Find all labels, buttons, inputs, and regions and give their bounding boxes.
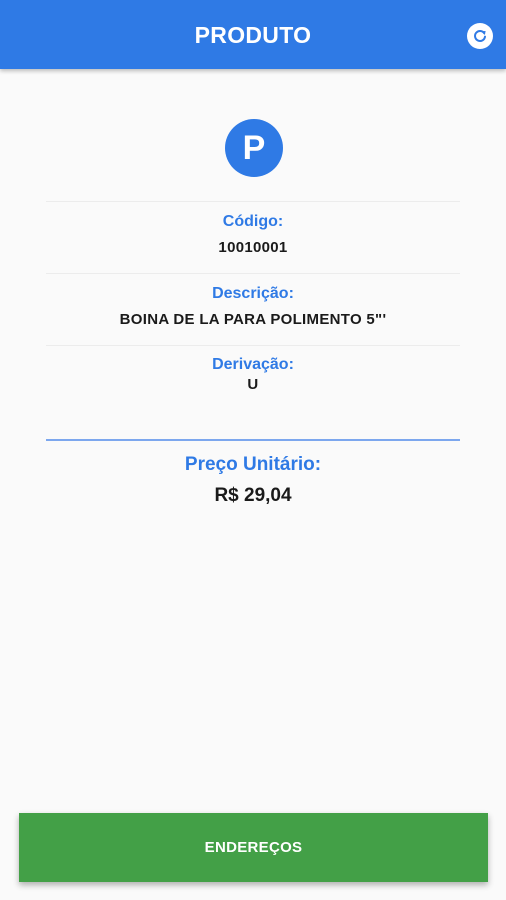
description-label: Descrição: — [212, 285, 294, 302]
divider — [46, 273, 460, 274]
product-badge: P — [225, 119, 283, 177]
price-label: Preço Unitário: — [184, 454, 322, 475]
header-title: PRODUTO — [194, 22, 312, 48]
addresses-button[interactable]: ENDEREÇOS — [19, 813, 488, 882]
refresh-button[interactable] — [467, 23, 493, 49]
price-value: R$ 29,04 — [214, 485, 292, 506]
divider — [46, 345, 460, 346]
divider — [46, 201, 460, 202]
refresh-icon — [474, 30, 486, 42]
code-label: Código: — [222, 213, 284, 230]
derivation-value: U — [247, 376, 259, 393]
code-value: 10010001 — [218, 239, 288, 256]
derivation-label: Derivação: — [212, 356, 294, 373]
price-divider — [46, 439, 460, 441]
app-header: PRODUTO — [0, 0, 506, 69]
description-value: BOINA DE LA PARA POLIMENTO 5"' — [119, 311, 387, 328]
product-screen: PRODUTO P Código: 10010001 Descrição: BO… — [0, 0, 506, 900]
